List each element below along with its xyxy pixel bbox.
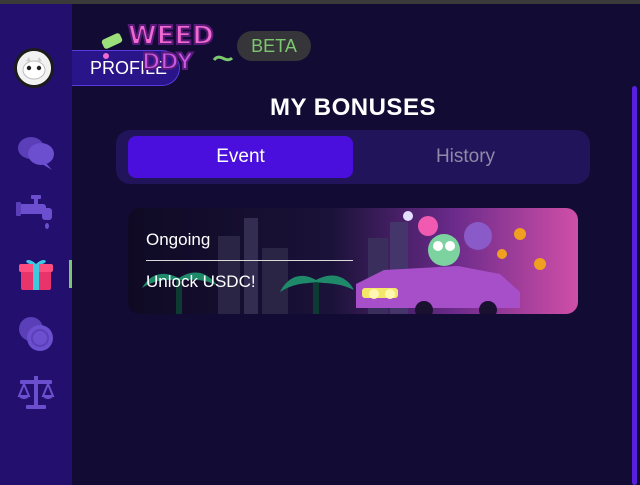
card-title: Unlock USDC! — [146, 272, 256, 291]
bonus-event-card[interactable]: Ongoing Unlock USDC! — [128, 208, 578, 314]
card-status: Ongoing — [146, 230, 211, 249]
scales-icon[interactable] — [16, 372, 56, 412]
beta-badge: BETA — [237, 31, 311, 61]
bonus-tabs: Event History — [116, 130, 590, 184]
chat-icon[interactable] — [16, 132, 56, 172]
active-nav-marker — [69, 260, 72, 288]
card-artwork — [128, 208, 578, 314]
window-top-bar — [0, 0, 640, 4]
tab-history[interactable]: History — [353, 136, 578, 178]
gift-icon[interactable] — [16, 254, 56, 294]
avatar[interactable] — [14, 48, 54, 88]
page-title: MY BONUSES — [270, 94, 436, 121]
svg-text:DDY: DDY — [142, 50, 194, 74]
tab-event[interactable]: Event — [128, 136, 353, 178]
card-divider — [146, 260, 353, 261]
faucet-icon[interactable] — [16, 192, 56, 232]
svg-text:WEED: WEED — [128, 21, 214, 51]
scrollbar[interactable] — [632, 86, 637, 485]
app-logo[interactable]: WEED DDY — [96, 14, 236, 76]
coins-icon[interactable] — [16, 314, 56, 354]
